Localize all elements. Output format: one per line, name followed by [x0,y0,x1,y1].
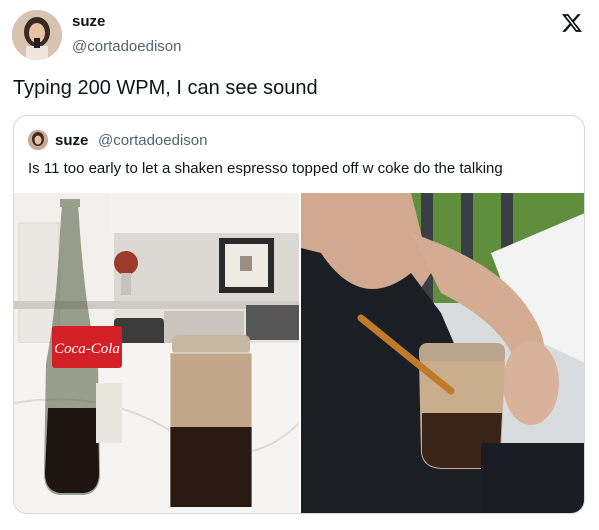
quoted-author-handle[interactable]: @cortadoedison [98,132,207,149]
author-avatar[interactable] [12,10,62,60]
quoted-tweet-text: Is 11 too early to let a shaken espresso… [28,160,503,177]
quoted-tweet[interactable]: suze @cortadoedison Is 11 too early to l… [13,115,585,514]
quoted-photo-2[interactable] [301,193,584,513]
quoted-photo-1[interactable]: Coca-Cola [14,193,299,513]
author-handle[interactable]: @cortadoedison [72,38,181,55]
coca-cola-label: Coca-Cola [54,341,120,357]
quoted-author-avatar[interactable] [28,130,48,150]
quoted-author-name[interactable]: suze [55,132,88,149]
x-logo-icon [561,12,583,34]
author-name[interactable]: suze [72,13,105,30]
tweet-text: Typing 200 WPM, I can see sound [13,77,318,99]
